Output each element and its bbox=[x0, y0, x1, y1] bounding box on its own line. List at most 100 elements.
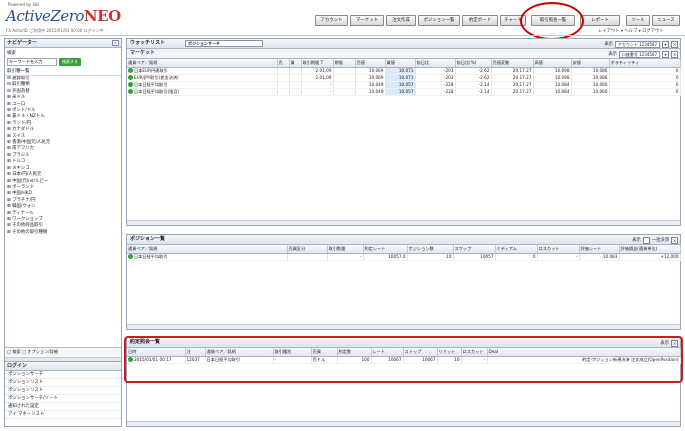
login-panel-header: ログイン bbox=[5, 362, 121, 371]
column-header[interactable]: スワップ bbox=[453, 245, 496, 254]
top-button-board[interactable]: 約定ボード bbox=[462, 15, 498, 26]
positions-view-label: 表示 bbox=[632, 238, 641, 243]
table-cell bbox=[277, 88, 290, 96]
status-dot-icon bbox=[128, 89, 133, 94]
table-cell: 0 bbox=[609, 88, 681, 96]
tree-item[interactable]: ⊞ その他の取引種類 bbox=[7, 230, 121, 236]
table-cell: 10.071 bbox=[385, 74, 416, 82]
column-header[interactable]: ロスカット bbox=[537, 245, 580, 254]
top-button-news[interactable]: ニュース bbox=[652, 15, 680, 26]
logo-text: ActiveZero bbox=[6, 7, 84, 25]
status-dot-icon bbox=[128, 82, 133, 87]
column-header[interactable]: 売値 bbox=[355, 59, 386, 68]
login-panel-item[interactable]: ポジションサーチ bbox=[5, 371, 121, 379]
table-cell: - bbox=[327, 253, 364, 261]
column-header[interactable]: 評価損益(通貨単位) bbox=[619, 245, 681, 254]
column-header[interactable]: 期限 bbox=[333, 59, 356, 68]
login-panel-item[interactable]: アイ マネーリスト bbox=[5, 411, 121, 419]
watchlist-scrollbar[interactable] bbox=[127, 220, 680, 225]
close-icon-2[interactable]: × bbox=[671, 51, 678, 58]
top-button-tools[interactable]: ツール bbox=[626, 15, 650, 26]
table-row[interactable]: EUR/JPY取引(差金決済) 2.01.09 10.069 10.071 -203 -2… bbox=[127, 74, 681, 82]
table-cell: -228 bbox=[415, 81, 456, 89]
table-cell: -2.14 bbox=[455, 81, 492, 89]
top-button-report[interactable]: レポート bbox=[580, 15, 620, 26]
instrument-name: 日本日経平均取引 bbox=[134, 253, 168, 259]
market-title: マーケット bbox=[130, 50, 156, 56]
table-cell: -203 bbox=[415, 67, 456, 75]
table-cell: 10.060 bbox=[571, 88, 610, 96]
login-panel: ログイン ポジションサーチ ポジションリスト ポジションリスト ポジションサーチ/ソー… bbox=[5, 361, 121, 427]
instrument-name: 日本日経平均取引 bbox=[134, 81, 168, 87]
column-header[interactable]: 通貨ペア／銘柄 bbox=[127, 245, 288, 254]
tree-options[interactable]: □ 検索 □ オプション/詳細 bbox=[5, 347, 121, 356]
table-cell: 10.098 bbox=[533, 67, 572, 75]
column-header[interactable]: 前日比(%) bbox=[455, 59, 492, 68]
column-header[interactable]: 買値 bbox=[385, 59, 416, 68]
top-button-positions[interactable]: ポジション一覧 bbox=[418, 15, 460, 26]
top-button-market[interactable]: マーケット bbox=[350, 15, 384, 26]
collapse-icon[interactable]: « bbox=[112, 40, 119, 46]
positions-close-icon[interactable]: × bbox=[671, 237, 678, 244]
top-button-account[interactable]: アカウント bbox=[315, 15, 348, 26]
table-cell bbox=[277, 81, 290, 89]
orders-scrollbar[interactable] bbox=[127, 421, 680, 426]
table-cell: 10.098 bbox=[533, 74, 572, 82]
table-cell: 10.086 bbox=[571, 67, 610, 75]
table-row[interactable]: 日本日経平均取引 -10.049 10.057 -228 -2.14 20.17.27 10… bbox=[127, 81, 681, 89]
watchlist-panel: ウォッチリスト ポジションサーチ 表示 アカウント 1234567 ▾ × マー… bbox=[126, 38, 681, 226]
layout-help-menu[interactable]: レイアウト ▾ ヘルプ ▾ ログアウト bbox=[598, 28, 664, 34]
column-header[interactable]: 売買区分 bbox=[287, 245, 328, 254]
table-cell: - bbox=[301, 81, 334, 89]
watchlist-selector[interactable]: ポジションサーチ bbox=[185, 40, 263, 47]
table-cell: EUR/JPY取引(差金決済) bbox=[127, 74, 278, 82]
column-header[interactable]: ボラティリティ bbox=[609, 59, 681, 68]
account-select-2[interactable]: 口座番号 1234567 bbox=[618, 51, 660, 58]
top-button-order[interactable]: 注文作成 bbox=[386, 15, 416, 26]
navigator-header: ナビゲーター « bbox=[5, 39, 121, 48]
table-cell: -2.14 bbox=[455, 88, 492, 96]
instrument-name: EUR/JPY取引(差金決済) bbox=[134, 74, 179, 80]
column-header[interactable]: 取引期間 T bbox=[301, 59, 334, 68]
search-input[interactable] bbox=[7, 58, 57, 66]
table-cell: 10057.0 bbox=[363, 253, 408, 261]
market-subheader: マーケット 表示 口座番号 1234567 ▾ × bbox=[127, 49, 680, 59]
column-header[interactable]: ミディアム bbox=[495, 245, 538, 254]
watchlist-header: ウォッチリスト ポジションサーチ 表示 アカウント 1234567 ▾ × bbox=[127, 39, 680, 49]
column-header[interactable]: 約定レート bbox=[363, 245, 408, 254]
column-header[interactable]: 高値 bbox=[533, 59, 572, 68]
close-icon[interactable]: × bbox=[671, 41, 678, 48]
login-panel-item[interactable]: ポジションリスト bbox=[5, 387, 121, 395]
positions-scrollbar[interactable] bbox=[127, 324, 680, 329]
login-panel-item[interactable]: 通知された設定 bbox=[5, 403, 121, 411]
column-header[interactable]: ポジション数 bbox=[407, 245, 454, 254]
table-row[interactable]: 日本日経平均取引 -10057.0 10 10057 0-10.083 +12,000 bbox=[127, 253, 681, 261]
bulk-settle-checkbox[interactable] bbox=[642, 237, 650, 244]
table-cell: 0 bbox=[495, 253, 538, 261]
table-cell: 10.086 bbox=[571, 74, 610, 82]
settings-icon[interactable]: ▾ bbox=[662, 41, 669, 48]
watchlist-header-controls: 表示 アカウント 1234567 ▾ × bbox=[604, 40, 678, 49]
positions-panel: ポジション一覧 表示 一括決済 × 通貨ペア／銘柄 売買区分 取引数量 約定レート ポジ… bbox=[126, 234, 681, 330]
login-panel-item[interactable]: ポジションサーチ/ソート bbox=[5, 395, 121, 403]
search-button[interactable]: 検索する bbox=[59, 58, 81, 66]
table-header-row: 通貨ペア／銘柄売買取引期間 T 期限 売値 買値 前日比 前日比(%) 売値変動 高値 安値 ボラ… bbox=[127, 59, 681, 68]
table-cell bbox=[277, 67, 290, 75]
login-panel-item[interactable]: ポジションリスト bbox=[5, 379, 121, 387]
dropdown-icon[interactable]: ▾ bbox=[662, 51, 669, 58]
column-header[interactable]: 取引数量 bbox=[327, 245, 364, 254]
column-header[interactable]: 前日比 bbox=[415, 59, 456, 68]
column-header[interactable]: 評価レート bbox=[579, 245, 620, 254]
account-select[interactable]: アカウント 1234567 bbox=[614, 41, 660, 48]
table-cell bbox=[289, 81, 302, 89]
column-header[interactable]: 通貨ペア／銘柄 bbox=[127, 59, 278, 68]
table-cell: 20.17.27 bbox=[491, 74, 534, 82]
column-header[interactable]: 売 bbox=[277, 59, 290, 68]
table-row[interactable]: 日本EUR円建取引 2.01.09 10.069 10.071 -203 -2.62 20.… bbox=[127, 67, 681, 75]
column-header[interactable]: 安値 bbox=[571, 59, 610, 68]
table-cell: 10.069 bbox=[355, 67, 386, 75]
table-row[interactable]: 日本日経平均取引(限月) - 10.049 10.057 -228 -2.14 20.17.… bbox=[127, 88, 681, 96]
column-header[interactable]: 買 bbox=[289, 59, 302, 68]
table-cell: - bbox=[537, 253, 580, 261]
column-header[interactable]: 売値変動 bbox=[491, 59, 534, 68]
